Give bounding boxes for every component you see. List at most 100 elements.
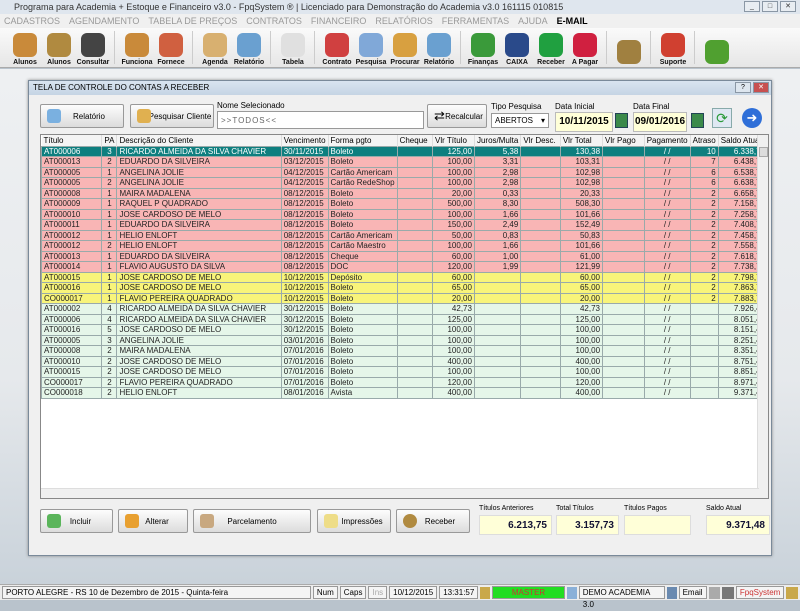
table-row[interactable]: AT000016 1 JOSE CARDOSO DE MELO 10/12/2015 B… — [41, 282, 768, 294]
toolbar-button[interactable]: CAIXA — [500, 28, 534, 66]
toolbar-button[interactable]: Contrato — [320, 28, 354, 66]
menu-item[interactable]: FINANCEIRO — [311, 14, 367, 28]
menu-item[interactable]: CADASTROS — [4, 14, 60, 28]
table-cell — [602, 198, 645, 210]
table-row[interactable]: AT000013 1 EDUARDO DA SILVEIRA 08/12/2015 Ch… — [41, 250, 768, 262]
toolbar-button[interactable]: Agenda — [198, 28, 232, 66]
incluir-button[interactable]: Incluir — [40, 509, 113, 533]
maximize-button[interactable]: □ — [762, 1, 778, 12]
table-row[interactable]: AT000016 5 JOSE CARDOSO DE MELO 30/12/2015 B… — [41, 324, 768, 336]
toolbar-button[interactable]: Relatório — [422, 28, 456, 66]
data-inicial-input[interactable]: 10/11/2015 — [555, 112, 613, 132]
table-row[interactable]: AT000011 1 EDUARDO DA SILVEIRA 08/12/2015 Bo… — [41, 219, 768, 231]
toolbar-button[interactable]: Tabela — [276, 28, 310, 66]
table-row[interactable]: AT000006 3 RICARDO ALMEIDA DA SILVA CHAVIE… — [41, 145, 768, 157]
impressoes-button[interactable]: Impressões — [317, 509, 391, 533]
email-icon[interactable] — [666, 586, 677, 599]
column-header[interactable]: Juros/Multa — [474, 135, 522, 146]
toolbar-button[interactable]: Alunos — [42, 28, 76, 66]
table-cell — [396, 240, 434, 252]
table-row[interactable]: CO000017 2 FLAVIO PEREIRA QUADRADO 07/01/20… — [41, 376, 768, 388]
pesquisar-cliente-button[interactable]: Pesquisar Cliente — [130, 104, 214, 128]
column-header[interactable]: Forma pgto — [328, 135, 398, 146]
menu-item[interactable]: FERRAMENTAS — [442, 14, 509, 28]
table-cell — [520, 240, 561, 252]
column-header[interactable]: Vlr Desc. — [520, 135, 561, 146]
column-header[interactable]: PA — [101, 135, 118, 146]
toolbar-button[interactable]: A Pagar — [568, 28, 602, 66]
column-header[interactable]: Atraso — [690, 135, 719, 146]
nome-selecionado-input[interactable]: >>TODOS<< — [217, 111, 424, 129]
menu-item[interactable]: RELATÓRIOS — [375, 14, 432, 28]
recalcular-button[interactable]: ⇄ Recalcular — [427, 104, 487, 128]
table-row[interactable]: AT000009 1 RAQUEL P QUADRADO 08/12/2015 Bole… — [41, 198, 768, 210]
status-email[interactable]: Email — [678, 586, 707, 599]
toolbar-button[interactable]: Finanças — [466, 28, 500, 66]
toolbar-button[interactable]: Suporte — [656, 28, 690, 66]
horizontal-scrollbar[interactable] — [41, 488, 759, 498]
table-row[interactable]: AT000005 1 ANGELINA JOLIE 04/12/2015 Cartão … — [41, 166, 768, 178]
help-button[interactable]: ? — [735, 82, 751, 93]
table-row[interactable]: CO000017 1 FLAVIO PEREIRA QUADRADO 10/12/20… — [41, 292, 768, 304]
table-row[interactable]: AT000006 4 RICARDO ALMEIDA DA SILVA CHAVIE… — [41, 313, 768, 325]
calendar-icon[interactable] — [615, 113, 628, 128]
table-row[interactable]: AT000012 1 HELIO ENLOFT 08/12/2015 Cartão Am… — [41, 229, 768, 241]
toolbar-button[interactable]: Relatório — [232, 28, 266, 66]
data-final-input[interactable]: 09/01/2016 — [633, 112, 687, 132]
table-row[interactable]: AT000012 2 HELIO ENLOFT 08/12/2015 Cartão Ma… — [41, 240, 768, 252]
toolbar-button[interactable]: Receber — [534, 28, 568, 66]
minimize-button[interactable]: _ — [744, 1, 760, 12]
table-row[interactable]: AT000002 4 RICARDO ALMEIDA DA SILVA CHAVIE… — [41, 303, 768, 315]
column-header[interactable]: Vlr Pago — [602, 135, 645, 146]
toolbar-button[interactable]: Consultar — [76, 28, 110, 66]
close-button[interactable]: ✕ — [780, 1, 796, 12]
table-row[interactable]: CO000018 2 HELIO ENLOFT 08/01/2016 Avista 400… — [41, 387, 768, 399]
menu-item[interactable]: AGENDAMENTO — [69, 14, 139, 28]
table-row[interactable]: AT000015 1 JOSE CARDOSO DE MELO 10/12/2015 D… — [41, 271, 768, 283]
column-header[interactable]: Vlr Título — [432, 135, 475, 146]
table-row[interactable]: AT000005 2 ANGELINA JOLIE 04/12/2015 Cartão … — [41, 177, 768, 189]
toolbar-button[interactable] — [612, 28, 646, 66]
toolbar-button[interactable]: Funciona — [120, 28, 154, 66]
table-cell: EDUARDO DA SILVEIRA — [116, 250, 282, 262]
chevron-down-icon: ▾ — [540, 116, 545, 125]
table-row[interactable]: AT000008 1 MAIRA MADALENA 08/12/2015 Boleto 2… — [41, 187, 768, 199]
toolbar-button[interactable]: Alunos — [8, 28, 42, 66]
table-cell: Boleto — [327, 376, 398, 388]
toolbar-button[interactable]: Pesquisa — [354, 28, 388, 66]
table-cell — [396, 219, 434, 231]
printer-icon[interactable] — [708, 586, 721, 599]
column-header[interactable]: Vlr Total — [560, 135, 604, 146]
table-row[interactable]: AT000010 2 JOSE CARDOSO DE MELO 07/01/2016 B… — [41, 355, 768, 367]
table-row[interactable]: AT000010 1 JOSE CARDOSO DE MELO 08/12/2015 B… — [41, 208, 768, 220]
menu-item-email[interactable]: E-MAIL — [557, 14, 588, 28]
table-row[interactable]: AT000013 2 EDUARDO DA SILVEIRA 03/12/2015 Bo… — [41, 156, 768, 168]
table-row[interactable]: AT000014 1 FLAVIO AUGUSTO DA SILVA 08/12/20… — [41, 261, 768, 273]
menu-item[interactable]: AJUDA — [518, 14, 548, 28]
table-row[interactable]: AT000008 2 MAIRA MADALENA 07/01/2016 Boleto 1… — [41, 345, 768, 357]
alterar-button[interactable]: Alterar — [118, 509, 188, 533]
column-header[interactable]: Vencimento — [281, 135, 329, 146]
column-header[interactable]: Título — [41, 135, 103, 146]
table-row[interactable]: AT000015 2 JOSE CARDOSO DE MELO 07/01/2016 B… — [41, 366, 768, 378]
table-row[interactable]: AT000005 3 ANGELINA JOLIE 03/01/2016 Boleto 1… — [41, 334, 768, 346]
vertical-scrollbar[interactable] — [757, 135, 768, 498]
toolbar-button[interactable] — [700, 28, 734, 66]
menu-item[interactable]: TABELA DE PREÇOS — [148, 14, 237, 28]
toolbar-button[interactable]: Procurar — [388, 28, 422, 66]
monitor-icon[interactable] — [722, 586, 734, 599]
column-header[interactable]: Pagamento — [644, 135, 691, 146]
menu-item[interactable]: CONTRATOS — [246, 14, 302, 28]
dialog-close-button[interactable]: ✕ — [753, 82, 769, 93]
column-header[interactable]: Descrição do Cliente — [116, 135, 282, 146]
receber-button[interactable]: Receber — [396, 509, 470, 533]
column-header[interactable]: Cheque — [397, 135, 434, 146]
relatorio-button[interactable]: Relatório — [40, 104, 124, 128]
tipo-pesquisa-select[interactable]: ABERTOS ▾ — [491, 113, 549, 128]
calendar-icon[interactable] — [691, 113, 704, 128]
toolbar-button[interactable]: Fornece — [154, 28, 188, 66]
parcelamento-button[interactable]: Parcelamento — [193, 509, 311, 533]
refresh-icon[interactable]: ⟳ — [712, 108, 732, 128]
dialog-title-bar: TELA DE CONTROLE DO CONTAS A RECEBER ? ✕ — [29, 81, 771, 95]
arrow-right-icon[interactable]: ➜ — [742, 108, 762, 128]
